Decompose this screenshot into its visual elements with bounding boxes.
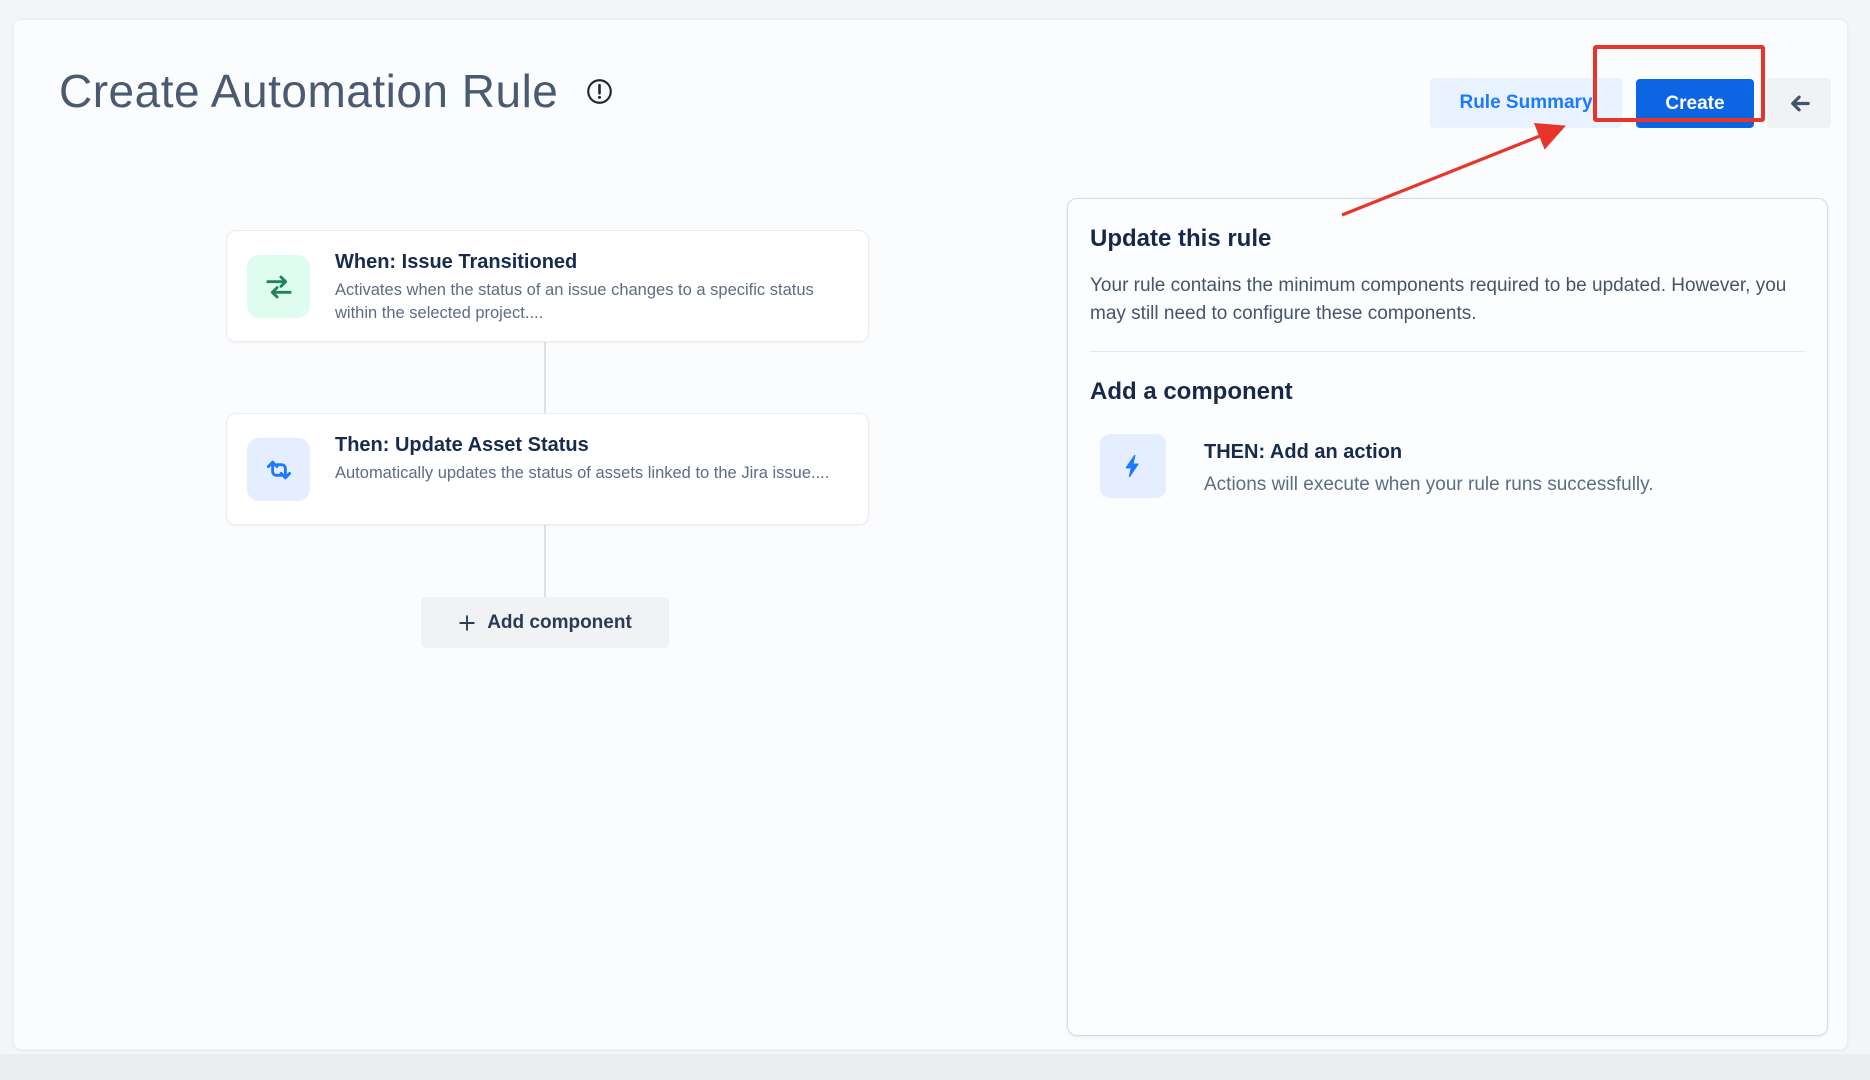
plus-icon [458, 614, 476, 632]
arrow-left-icon [1786, 90, 1813, 117]
trigger-card-description: Activates when the status of an issue ch… [335, 279, 845, 326]
retweet-loop-icon [247, 438, 310, 501]
alert-circle-icon[interactable] [586, 78, 613, 105]
transition-arrows-icon [247, 255, 310, 318]
flow-connector [544, 342, 546, 413]
create-button[interactable]: Create [1636, 79, 1754, 128]
create-rule-window: Create Automation Rule Rule Summary Crea… [13, 19, 1848, 1050]
rule-update-panel: Update this rule Your rule contains the … [1067, 198, 1828, 1036]
panel-item-description: Actions will execute when your rule runs… [1204, 474, 1654, 496]
trigger-card-issue-transitioned[interactable]: When: Issue Transitioned Activates when … [226, 230, 869, 342]
lightning-bolt-icon [1100, 434, 1166, 498]
panel-item-then-add-action[interactable]: THEN: Add an action Actions will execute… [1100, 434, 1805, 498]
trigger-card-title: When: Issue Transitioned [335, 249, 845, 275]
page-header: Create Automation Rule [59, 64, 613, 119]
panel-heading: Update this rule [1090, 225, 1805, 254]
action-card-title: Then: Update Asset Status [335, 432, 829, 458]
action-card-description: Automatically updates the status of asse… [335, 462, 829, 485]
action-card-update-asset-status[interactable]: Then: Update Asset Status Automatically … [226, 413, 869, 525]
panel-item-title: THEN: Add an action [1204, 441, 1654, 464]
flow-connector [544, 525, 546, 597]
rule-summary-button[interactable]: Rule Summary [1430, 78, 1622, 128]
divider [1090, 351, 1805, 352]
add-component-button[interactable]: Add component [421, 597, 669, 648]
add-component-label: Add component [487, 612, 632, 634]
back-button[interactable] [1767, 78, 1831, 128]
window-bottom-strip [0, 1054, 1870, 1080]
add-component-section-heading: Add a component [1090, 378, 1805, 406]
page-title: Create Automation Rule [59, 64, 558, 119]
panel-description: Your rule contains the minimum component… [1090, 272, 1790, 329]
